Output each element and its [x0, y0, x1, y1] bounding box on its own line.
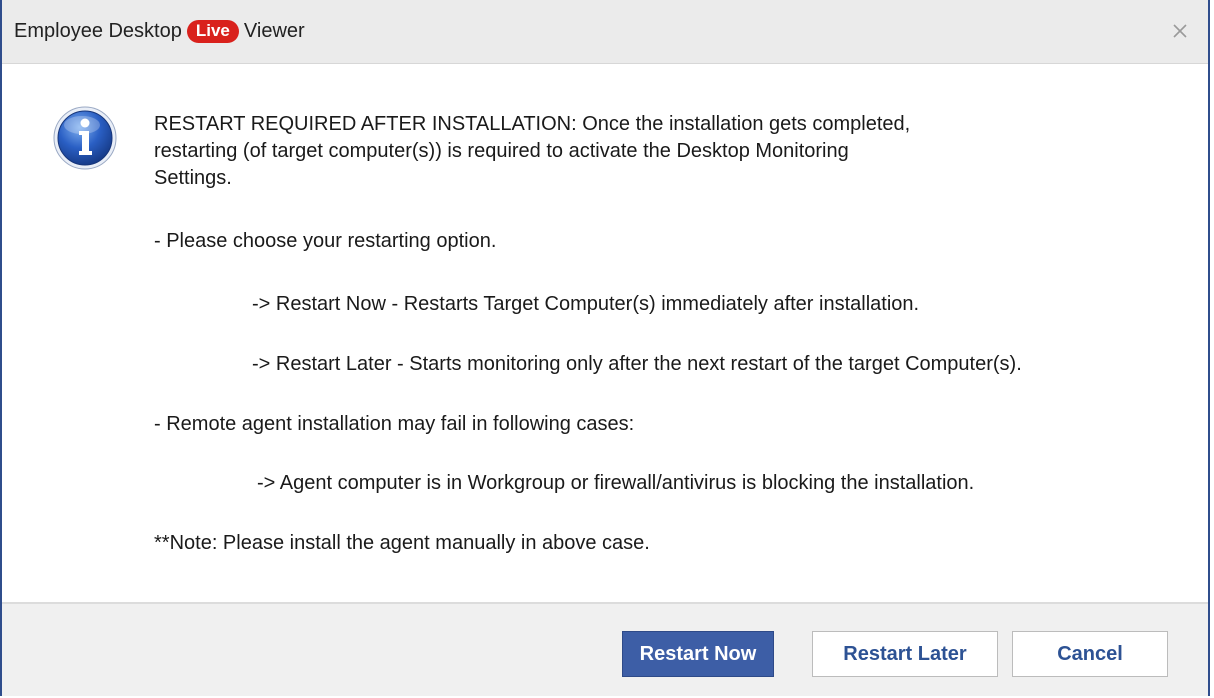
choose-option-text: - Please choose your restarting option. — [154, 230, 497, 252]
restart-dialog: Employee Desktop Live Viewer RESTART REQ… — [0, 0, 1210, 696]
window-title: Employee Desktop Live Viewer — [14, 20, 305, 44]
note-text: **Note: Please install the agent manuall… — [154, 532, 650, 554]
info-icon — [52, 105, 118, 171]
restart-later-button[interactable]: Restart Later — [812, 631, 998, 677]
restart-now-button[interactable]: Restart Now — [622, 631, 774, 677]
failure-case-text: -> Agent computer is in Workgroup or fir… — [257, 472, 975, 494]
failure-intro-text: - Remote agent installation may fail in … — [154, 413, 635, 435]
title-suffix: Viewer — [243, 20, 305, 42]
live-badge: Live — [186, 20, 239, 43]
close-icon[interactable] — [1166, 17, 1194, 45]
cancel-button[interactable]: Cancel — [1012, 631, 1168, 677]
message-line: RESTART REQUIRED AFTER INSTALLATION: Onc… — [154, 113, 911, 135]
button-bar: Restart Now Restart Later Cancel — [2, 602, 1208, 696]
title-prefix: Employee Desktop — [14, 20, 182, 42]
message-line: restarting (of target computer(s)) is re… — [154, 140, 849, 162]
restart-later-option-text: -> Restart Later - Starts monitoring onl… — [252, 353, 1022, 375]
title-bar: Employee Desktop Live Viewer — [2, 0, 1208, 64]
restart-now-option-text: -> Restart Now - Restarts Target Compute… — [252, 293, 920, 315]
message-line: Settings. — [154, 167, 232, 189]
